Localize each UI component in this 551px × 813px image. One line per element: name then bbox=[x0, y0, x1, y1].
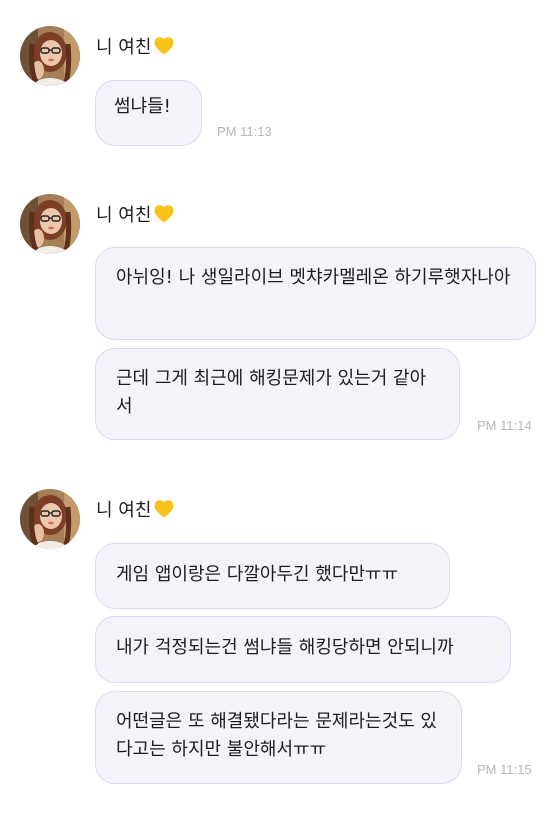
message-text: 내가 걱정되는건 썸냐들 해킹당하면 안되니까 bbox=[116, 637, 454, 658]
message-text: 썸냐들! bbox=[114, 96, 171, 117]
message-bubble[interactable]: 내가 걱정되는건 썸냐들 해킹당하면 안되니까 bbox=[95, 616, 511, 683]
profile-photo-icon bbox=[20, 489, 80, 549]
message-text: 게임 앱이랑은 다깔아두긴 했다만ㅠㅠ bbox=[116, 564, 399, 585]
sender-name-text: 니 여친 bbox=[96, 37, 152, 58]
sender-name-text: 니 여친 bbox=[96, 205, 152, 226]
yellow-heart-icon bbox=[154, 37, 174, 55]
message-bubble[interactable]: 어떤글은 또 해결됐다라는 문제라는것도 있다고는 하지만 불안해서ㅠㅠ bbox=[95, 691, 462, 784]
message-text: 아뉘잉! 나 생일라이브 멧챠카멜레온 하기루햇자나아 bbox=[116, 267, 511, 288]
profile-photo-icon bbox=[20, 194, 80, 254]
message-timestamp: PM 11:15 bbox=[477, 762, 532, 777]
message-timestamp: PM 11:13 bbox=[217, 124, 272, 139]
message-bubble[interactable]: 썸냐들! bbox=[95, 80, 202, 146]
message-text: 근데 그게 최근에 해킹문제가 있는거 같아서 bbox=[116, 368, 427, 417]
message-text: 어떤글은 또 해결됐다라는 문제라는것도 있다고는 하지만 불안해서ㅠㅠ bbox=[116, 711, 437, 760]
yellow-heart-icon bbox=[154, 500, 174, 518]
sender-name: 니 여친 bbox=[96, 204, 175, 228]
profile-photo-icon bbox=[20, 26, 80, 86]
chat-view: 니 여친 썸냐들! PM 11:13 니 여친 아뉘잉! 나 생일라이브 멧챠카… bbox=[0, 0, 551, 813]
message-bubble[interactable]: 근데 그게 최근에 해킹문제가 있는거 같아서 bbox=[95, 348, 460, 440]
avatar[interactable] bbox=[20, 194, 80, 254]
message-timestamp: PM 11:14 bbox=[477, 418, 532, 433]
sender-name: 니 여친 bbox=[96, 36, 175, 60]
sender-name: 니 여친 bbox=[96, 499, 175, 523]
message-bubble[interactable]: 게임 앱이랑은 다깔아두긴 했다만ㅠㅠ bbox=[95, 543, 450, 609]
message-bubble[interactable]: 아뉘잉! 나 생일라이브 멧챠카멜레온 하기루햇자나아 bbox=[95, 247, 536, 340]
avatar[interactable] bbox=[20, 489, 80, 549]
avatar[interactable] bbox=[20, 26, 80, 86]
sender-name-text: 니 여친 bbox=[96, 500, 152, 521]
yellow-heart-icon bbox=[154, 205, 174, 223]
